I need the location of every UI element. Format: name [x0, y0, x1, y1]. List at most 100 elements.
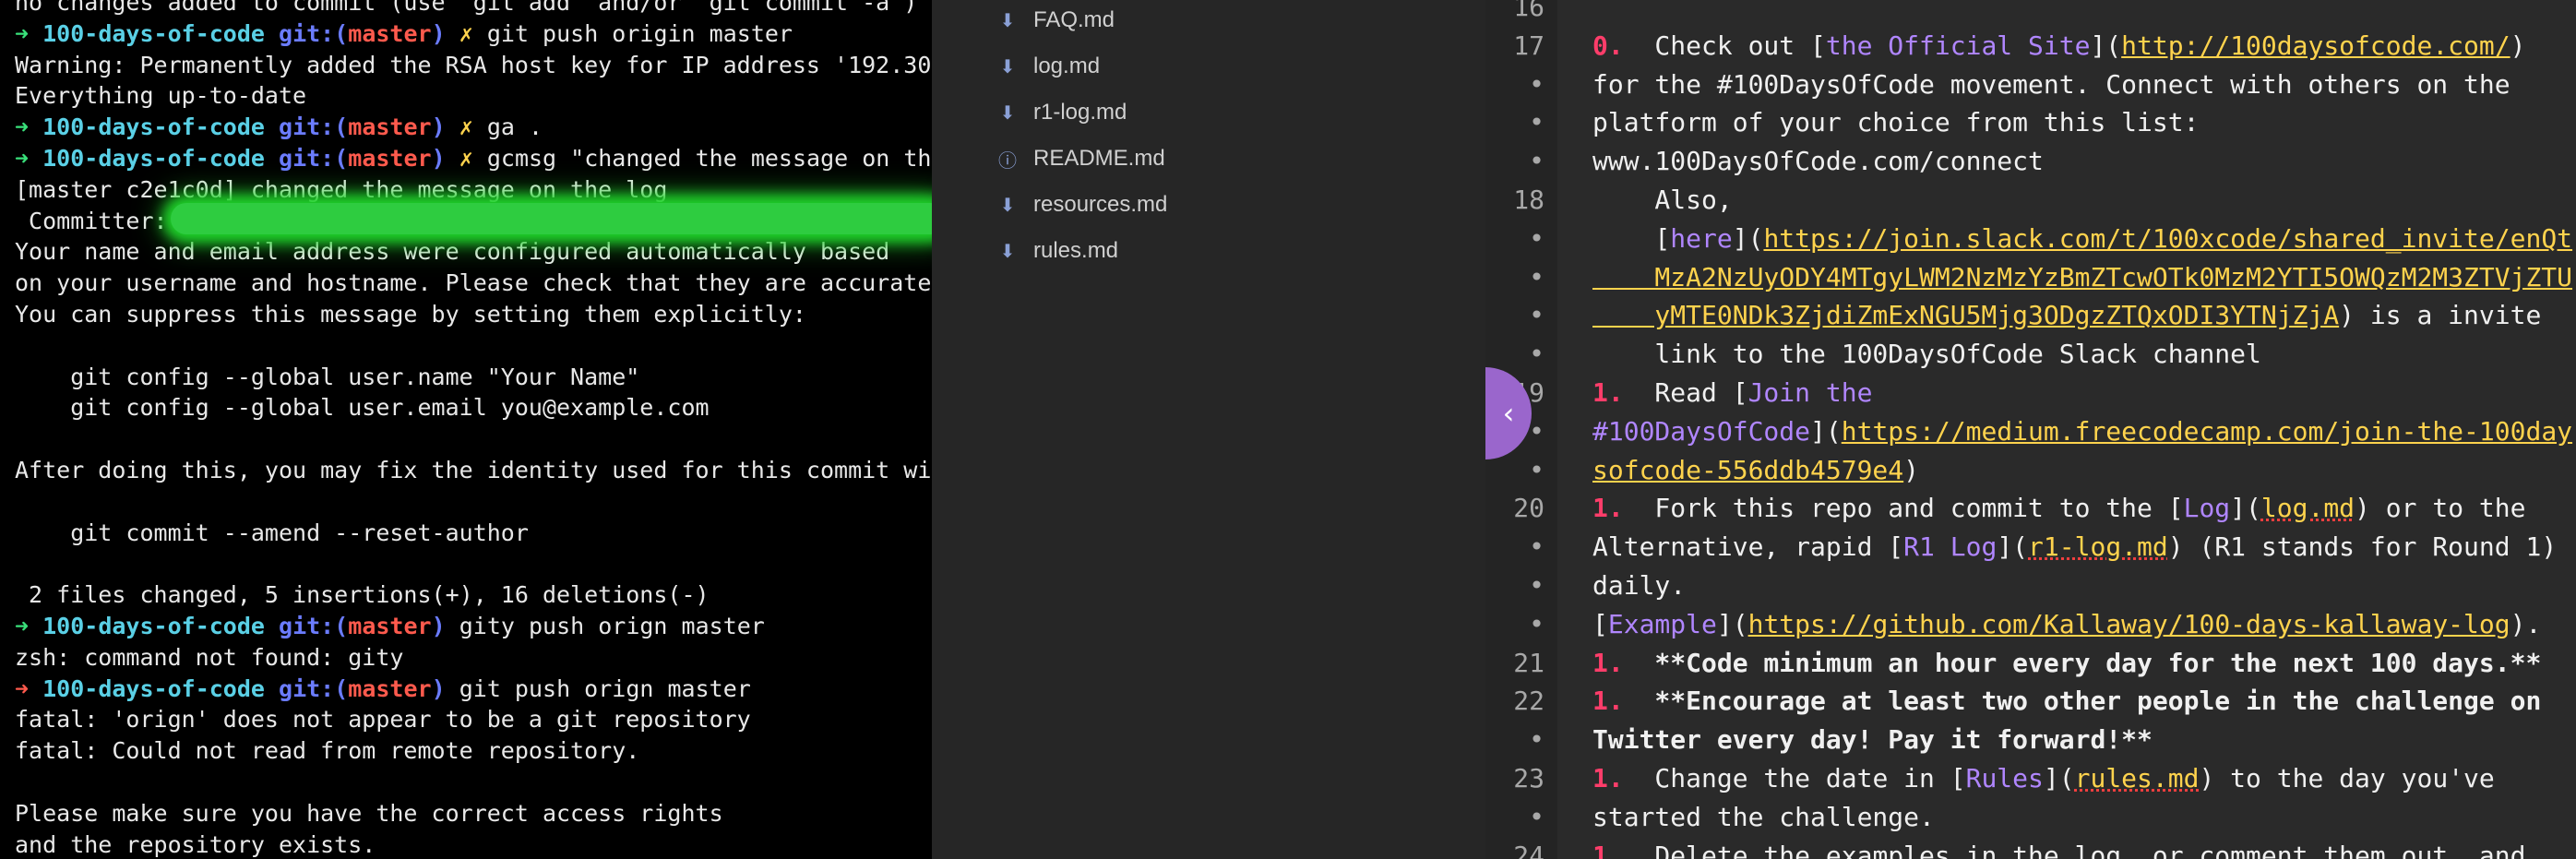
editor-url-link[interactable]: yMTE0NDk3ZjdiZmExNGU5Mjg3ODgzZTQxODI3YTN…: [1592, 300, 2339, 330]
editor-url-link[interactable]: https://medium.freecodecamp.com/join-the…: [1842, 416, 2572, 447]
editor-text: ): [2510, 30, 2526, 61]
editor-text: [: [1592, 222, 1671, 254]
editor-line: 0. Check out [the Official Site](http://…: [1592, 27, 2525, 66]
prompt-command: gcmsg "changed the message on the lo: [486, 145, 932, 172]
terminal-output-line: Please make sure you have the correct ac…: [15, 798, 723, 829]
terminal-prompt-line: ➜ 100-days-of-code git:(master) git push…: [15, 674, 751, 705]
wrap-indicator: •: [1529, 454, 1544, 485]
line-number: 17: [1513, 30, 1544, 61]
editor-line: [here](https://join.slack.com/t/100xcode…: [1592, 220, 2572, 258]
terminal-output-line: Everything up-to-date: [15, 80, 306, 112]
file-list-item[interactable]: ⬇ log.md: [998, 48, 1100, 85]
prompt-arrow-icon: ➜: [15, 19, 30, 47]
editor-text: Alternative, rapid [: [1592, 531, 1904, 563]
editor-line: 1. Change the date in [Rules](rules.md) …: [1592, 759, 2495, 798]
editor-bold-text: Twitter every day! Pay it forward!**: [1592, 724, 2153, 756]
file-list-item[interactable]: ⬇ rules.md: [998, 233, 1118, 269]
editor-url-link[interactable]: https://github.com/Kallaway/100-days-kal…: [1748, 609, 2510, 639]
prompt-git-close: ): [431, 613, 446, 639]
editor-text: Fork this repo and commit to the [: [1623, 493, 2184, 524]
editor-line: started the challenge.: [1592, 798, 1935, 837]
editor-link-text: Rules: [1965, 763, 2044, 793]
editor-link-text: Example: [1607, 608, 1717, 639]
editor-text: for the #100DaysOfCode movement. Connect…: [1592, 68, 2510, 100]
editor-text: ](: [1810, 415, 1842, 447]
output-text: You can suppress this message by setting…: [15, 301, 806, 328]
markdown-editor[interactable]: 16 17 • • • 18 • • • • 19 • • 20 • • • 21 22 • 23 • 24 0. Chec…: [1485, 0, 2576, 859]
editor-line: platform of your choice from this list:: [1592, 103, 2199, 142]
line-number: 24: [1513, 840, 1544, 859]
dirty-marker-icon: ✗: [459, 145, 473, 172]
prompt-command: git push origin master: [486, 19, 793, 47]
list-number: 1.: [1592, 686, 1624, 717]
markdown-icon: ⬇: [999, 241, 1016, 262]
editor-text: ](: [1997, 531, 2029, 563]
file-list-item[interactable]: ⬇ FAQ.md: [998, 2, 1115, 39]
terminal-output-line: fatal: Could not read from remote reposi…: [15, 735, 639, 767]
wrap-indicator: •: [1529, 724, 1544, 756]
editor-text: Check out [: [1623, 30, 1826, 61]
wrap-indicator: •: [1529, 801, 1544, 832]
line-number: 23: [1513, 763, 1544, 793]
terminal-prompt-line: ➜ 100-days-of-code git:(master) ✗ git pu…: [15, 18, 793, 50]
editor-line: www.100DaysOfCode.com/connect: [1592, 142, 2044, 181]
terminal-pane[interactable]: no changes added to commit (use "git add…: [0, 0, 932, 859]
terminal-output-line: git config --global user.email you@examp…: [15, 392, 709, 424]
prompt-branch: master: [348, 674, 432, 702]
output-text: and the repository exists.: [15, 830, 376, 858]
file-name: README.md: [1033, 146, 1165, 171]
editor-bold-text: **Code minimum an hour every day for the…: [1623, 647, 2542, 678]
editor-line: sofcode-556ddb4579e4): [1592, 451, 1919, 490]
line-number: 20: [1513, 493, 1544, 524]
terminal-output-line: You can suppress this message by setting…: [15, 299, 806, 330]
editor-file-link[interactable]: r1-log.md: [2028, 531, 2168, 562]
editor-file-link[interactable]: log.md: [2261, 493, 2355, 523]
prompt-arrow-icon: ➜: [15, 613, 30, 639]
wrap-indicator: •: [1529, 608, 1544, 639]
prompt-directory: 100-days-of-code: [42, 613, 265, 639]
prompt-arrow-icon: ➜: [15, 674, 30, 702]
output-text: [master c2e1c0d] changed the message on …: [15, 175, 668, 203]
editor-url-link[interactable]: MzA2NzUyODY4MTgyLWM2NzMzYzBmZTcwOTk0MzM2…: [1592, 262, 2572, 292]
editor-text: Delete the examples in the log, or comme…: [1623, 840, 2526, 859]
prompt-branch: master: [348, 145, 432, 172]
prompt-command: git push orign master: [459, 674, 751, 702]
dirty-marker-icon: ✗: [459, 113, 473, 141]
editor-line: 1. Delete the examples in the log, or co…: [1592, 837, 2525, 859]
output-text: fatal: Could not read from remote reposi…: [15, 737, 640, 765]
terminal-output-line: git commit --amend --reset-author: [15, 518, 529, 549]
prompt-git-close: ): [431, 19, 446, 47]
editor-url-link[interactable]: http://100daysofcode.com/: [2121, 30, 2510, 61]
output-text: Committer:: [15, 207, 168, 234]
editor-url-link[interactable]: https://join.slack.com/t/100xcode/shared…: [1763, 223, 2572, 254]
prompt-git-close: ): [431, 113, 446, 141]
markdown-icon: ⬇: [999, 56, 1016, 78]
editor-line: Twitter every day! Pay it forward!**: [1592, 721, 2153, 759]
editor-line: daily.: [1592, 567, 1686, 605]
editor-file-link[interactable]: rules.md: [2075, 763, 2200, 793]
wrap-indicator: •: [1529, 222, 1544, 254]
output-text: on your username and hostname. Please ch…: [15, 269, 932, 297]
file-list-item[interactable]: ⬇ r1-log.md: [998, 94, 1127, 131]
editor-url-link[interactable]: sofcode-556ddb4579e4: [1592, 455, 1903, 485]
editor-text: ](: [2043, 763, 2075, 793]
file-list-item[interactable]: ⬇ resources.md: [998, 186, 1168, 223]
editor-line: Also,: [1592, 181, 1732, 220]
chevron-left-icon: ‹: [1502, 396, 1515, 431]
prompt-command: gity push orign master: [459, 613, 765, 639]
prompt-git-label: git:(: [279, 145, 349, 172]
editor-text: platform of your choice from this list:: [1592, 107, 2200, 138]
file-name: resources.md: [1033, 192, 1168, 217]
editor-text: ](: [1716, 608, 1748, 639]
redaction-scribble: [171, 203, 932, 234]
terminal-output-line: git config --global user.name "Your Name…: [15, 362, 639, 393]
output-text: no changes added to commit (use "git add…: [15, 0, 918, 16]
output-text: 2 files changed, 5 insertions(+), 16 del…: [15, 581, 710, 609]
line-number: 18: [1513, 185, 1544, 215]
prompt-branch: master: [348, 113, 432, 141]
editor-link-text: the Official Site: [1825, 30, 2091, 61]
prompt-branch: master: [348, 613, 432, 639]
file-list-item[interactable]: ⓘ README.md: [998, 140, 1165, 177]
line-number: 22: [1513, 686, 1544, 717]
output-text: After doing this, you may fix the identi…: [15, 457, 932, 483]
